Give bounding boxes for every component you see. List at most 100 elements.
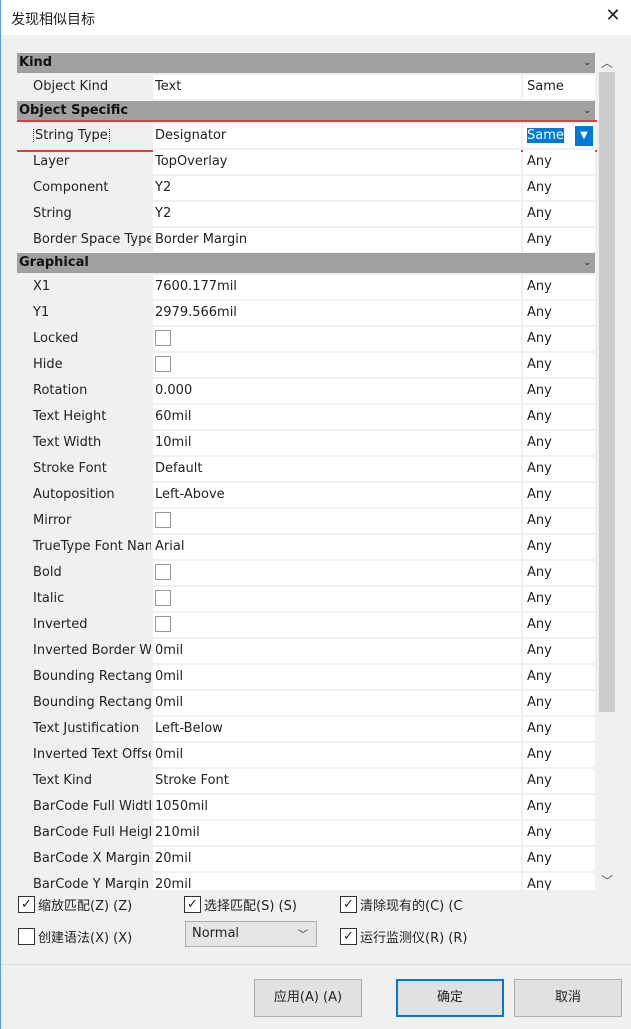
value-cell[interactable]: Y2 — [153, 176, 521, 200]
property-row[interactable]: BarCode Full Width 1050mil Any — [17, 795, 595, 819]
property-row[interactable]: Component Y2 Any — [17, 176, 595, 200]
property-checkbox[interactable] — [155, 616, 171, 632]
property-row[interactable]: Hide Any — [17, 353, 595, 377]
scroll-thumb[interactable] — [599, 72, 615, 712]
match-cell[interactable]: Any — [523, 483, 595, 507]
section-header[interactable]: Kind ⌄ — [17, 53, 595, 73]
match-cell[interactable]: Any — [523, 431, 595, 455]
value-cell[interactable]: 1050mil — [153, 795, 521, 819]
property-row[interactable]: BarCode Y Margin 20mil Any — [17, 873, 595, 890]
value-cell[interactable]: 0.000 — [153, 379, 521, 403]
scroll-down-icon[interactable]: ﹀ — [598, 872, 616, 889]
value-cell[interactable]: 20mil — [153, 873, 521, 890]
match-cell[interactable]: Any — [523, 561, 595, 585]
property-row[interactable]: Y1 2979.566mil Any — [17, 301, 595, 325]
match-cell[interactable]: Any — [523, 873, 595, 890]
value-cell[interactable]: 0mil — [153, 665, 521, 689]
match-cell[interactable]: Any — [523, 176, 595, 200]
value-cell[interactable]: TopOverlay — [153, 150, 521, 174]
value-cell[interactable] — [153, 509, 521, 533]
property-checkbox[interactable] — [155, 330, 171, 346]
match-cell[interactable]: Any — [523, 353, 595, 377]
dropdown-arrow-icon[interactable]: ▼ — [575, 126, 593, 146]
property-row[interactable]: Locked Any — [17, 327, 595, 351]
property-row[interactable]: Border Space Type Border Margin Any — [17, 228, 595, 252]
property-row[interactable]: Text Justification Left-Below Any — [17, 717, 595, 741]
match-cell[interactable]: Any — [523, 228, 595, 252]
value-cell[interactable]: Left-Below — [153, 717, 521, 741]
value-cell[interactable] — [153, 587, 521, 611]
match-cell[interactable]: Any — [523, 327, 595, 351]
run-inspector-checkbox[interactable]: ✓ 运行监测仪(R) (R) — [340, 927, 468, 946]
property-row[interactable]: Inverted Border Wi 0mil Any — [17, 639, 595, 663]
property-checkbox[interactable] — [155, 590, 171, 606]
clear-existing-checkbox[interactable]: ✓ 清除现有的(C) (C — [340, 895, 463, 914]
collapse-icon[interactable]: ⌄ — [583, 253, 591, 273]
section-header[interactable]: Object Specific ⌄ — [17, 101, 595, 121]
value-cell[interactable]: Arial — [153, 535, 521, 559]
value-cell[interactable]: Text — [153, 75, 521, 99]
property-row[interactable]: Mirror Any — [17, 509, 595, 533]
property-row[interactable]: Bold Any — [17, 561, 595, 585]
match-cell[interactable]: Any — [523, 535, 595, 559]
value-cell[interactable]: 7600.177mil — [153, 275, 521, 299]
value-cell[interactable]: Default — [153, 457, 521, 481]
value-cell[interactable]: 0mil — [153, 691, 521, 715]
close-icon[interactable]: ✕ — [601, 5, 625, 26]
match-cell[interactable]: Any — [523, 275, 595, 299]
select-match-checkbox[interactable]: ✓ 选择匹配(S) (S) — [184, 895, 297, 914]
property-row[interactable]: BarCode Full Heigh 210mil Any — [17, 821, 595, 845]
property-row[interactable]: X1 7600.177mil Any — [17, 275, 595, 299]
scroll-up-icon[interactable]: ︿ — [598, 54, 616, 71]
property-row[interactable]: TrueType Font Nam Arial Any — [17, 535, 595, 559]
value-cell[interactable]: 20mil — [153, 847, 521, 871]
match-cell[interactable]: Any — [523, 509, 595, 533]
match-cell[interactable]: Any — [523, 379, 595, 403]
collapse-icon[interactable]: ⌄ — [583, 53, 591, 73]
property-row[interactable]: Inverted Text Offse 0mil Any — [17, 743, 595, 767]
create-expression-checkbox[interactable]: 创建语法(X) (X) — [18, 927, 132, 946]
match-cell[interactable]: Any — [523, 457, 595, 481]
value-cell[interactable] — [153, 613, 521, 637]
property-row[interactable]: BarCode X Margin 20mil Any — [17, 847, 595, 871]
value-cell[interactable]: 0mil — [153, 743, 521, 767]
match-cell[interactable]: Same ▼ — [523, 124, 595, 148]
value-cell[interactable]: Border Margin — [153, 228, 521, 252]
match-cell[interactable]: Any — [523, 821, 595, 845]
property-checkbox[interactable] — [155, 564, 171, 580]
property-row[interactable]: Text Width 10mil Any — [17, 431, 595, 455]
property-row[interactable]: Bounding Rectangl 0mil Any — [17, 665, 595, 689]
value-cell[interactable]: 0mil — [153, 639, 521, 663]
value-cell[interactable] — [153, 327, 521, 351]
match-cell[interactable]: Any — [523, 847, 595, 871]
match-cell[interactable]: Same — [523, 75, 595, 99]
zoom-match-checkbox[interactable]: ✓ 缩放匹配(Z) (Z) — [18, 895, 132, 914]
property-row[interactable]: Autoposition Left-Above Any — [17, 483, 595, 507]
match-cell[interactable]: Any — [523, 202, 595, 226]
value-cell[interactable]: 2979.566mil — [153, 301, 521, 325]
value-cell[interactable] — [153, 561, 521, 585]
property-row[interactable]: Text Kind Stroke Font Any — [17, 769, 595, 793]
match-cell[interactable]: Any — [523, 769, 595, 793]
property-checkbox[interactable] — [155, 512, 171, 528]
value-cell[interactable]: Stroke Font — [153, 769, 521, 793]
match-cell[interactable]: Any — [523, 587, 595, 611]
value-cell[interactable]: Left-Above — [153, 483, 521, 507]
property-row[interactable]: Inverted Any — [17, 613, 595, 637]
cancel-button[interactable]: 取消 — [514, 979, 622, 1017]
match-cell[interactable]: Any — [523, 691, 595, 715]
ok-button[interactable]: 确定 — [396, 979, 504, 1017]
property-row[interactable]: Italic Any — [17, 587, 595, 611]
match-cell[interactable]: Any — [523, 795, 595, 819]
property-row[interactable]: String Type Designator Same ▼ — [17, 120, 597, 152]
value-cell[interactable]: 60mil — [153, 405, 521, 429]
vertical-scrollbar[interactable]: ︿ ﹀ — [598, 52, 616, 890]
property-row[interactable]: Stroke Font Default Any — [17, 457, 595, 481]
property-checkbox[interactable] — [155, 356, 171, 372]
match-cell[interactable]: Any — [523, 150, 595, 174]
property-row[interactable]: Text Height 60mil Any — [17, 405, 595, 429]
value-cell[interactable] — [153, 353, 521, 377]
property-row[interactable]: Rotation 0.000 Any — [17, 379, 595, 403]
property-row[interactable]: Object Kind Text Same — [17, 75, 595, 99]
section-header[interactable]: Graphical ⌄ — [17, 253, 595, 273]
